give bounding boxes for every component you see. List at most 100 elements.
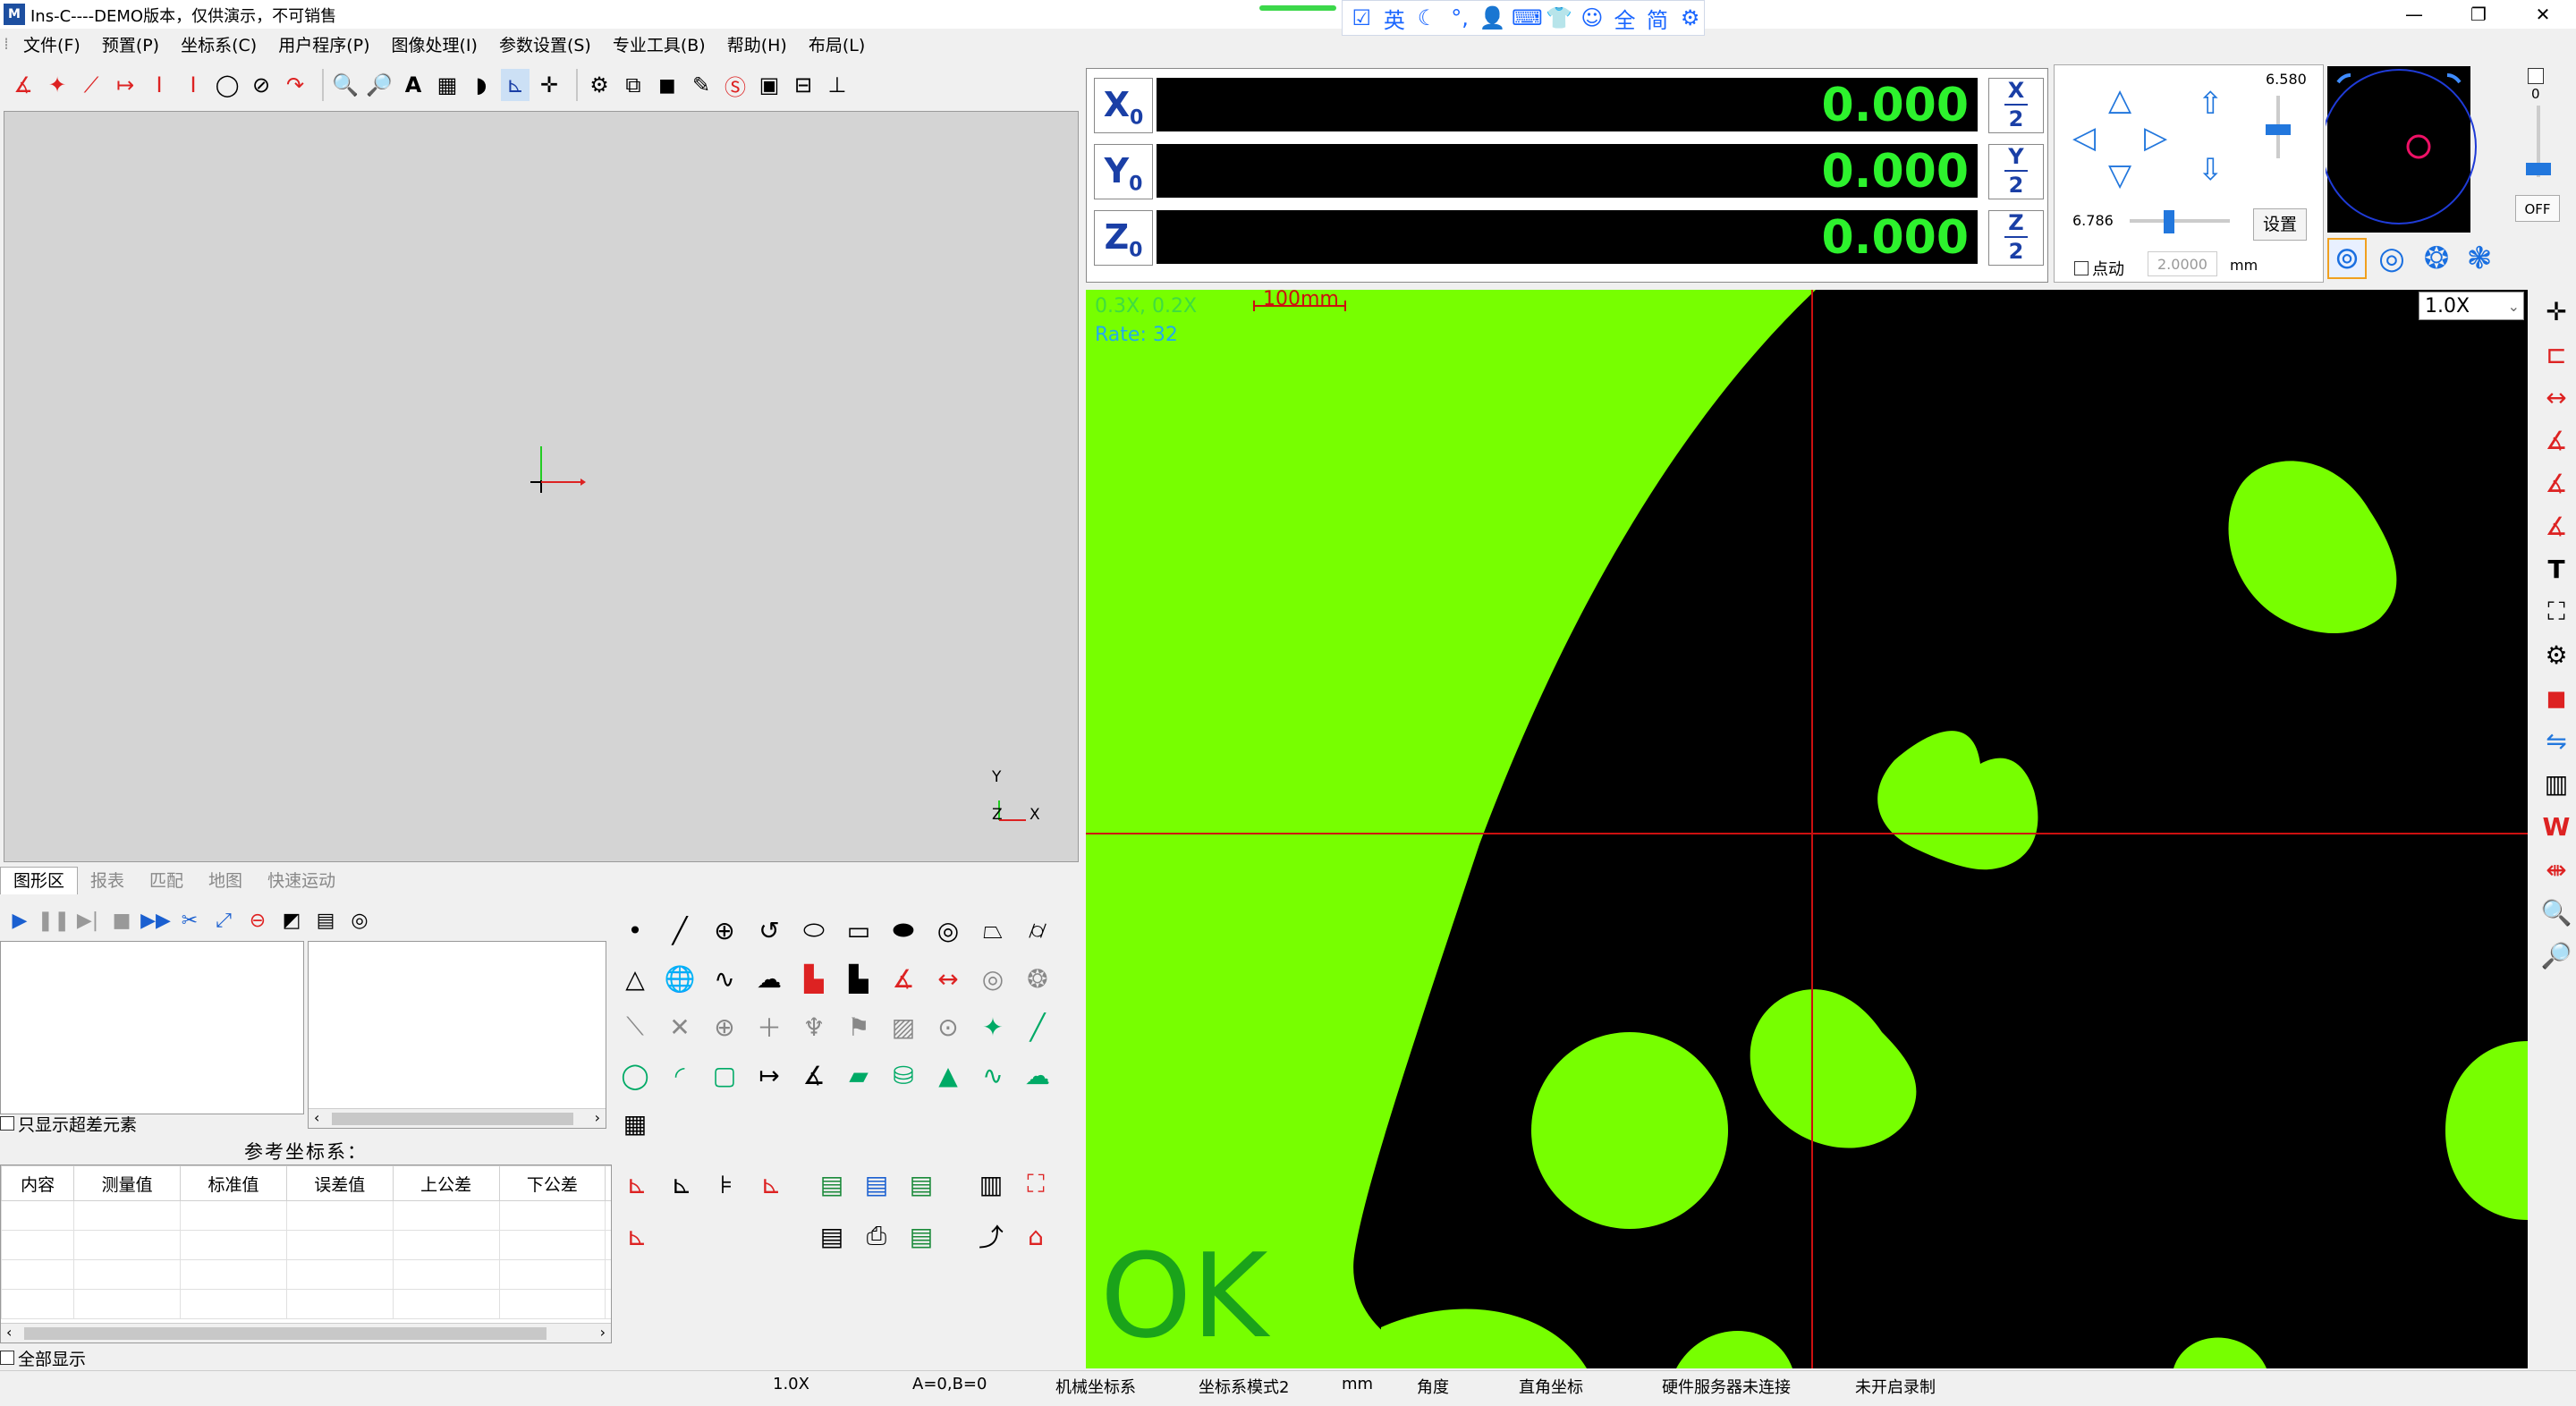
jog-down-arrow-icon[interactable]: ▽	[2108, 160, 2131, 191]
vertical-dist-icon[interactable]: I	[145, 69, 174, 101]
coord-3d-icon[interactable]: ⊾	[617, 1215, 657, 1258]
clear-icon[interactable]: ✎	[687, 69, 716, 101]
ime-moon-icon[interactable]: ☾	[1413, 5, 1441, 30]
construct-line-icon[interactable]: ╱	[1018, 1005, 1057, 1048]
coord-origin-icon[interactable]: ⊾	[617, 1163, 657, 1206]
construct-angle-icon[interactable]: ∡	[794, 1054, 834, 1097]
auto-zoom-icon[interactable]: ⊕	[705, 1005, 744, 1048]
baseline-icon[interactable]: ⊥	[823, 69, 852, 101]
fullscreen-icon[interactable]: ⛶	[2538, 590, 2574, 633]
menu-coordinate[interactable]: 坐标系(C)	[170, 32, 267, 56]
z-speed-slider[interactable]	[2266, 124, 2291, 135]
z-up-arrow-icon[interactable]: ⇧	[2198, 89, 2224, 119]
light-ring-3-icon[interactable]: ❂	[2417, 238, 2456, 279]
xyz-icon[interactable]: ⤢	[209, 905, 238, 936]
construct-arc-icon[interactable]: ◜	[660, 1054, 699, 1097]
overrange-option[interactable]: 只显示超差元素	[0, 1113, 304, 1135]
menu-image-processing[interactable]: 图像处理(I)	[381, 32, 488, 56]
element-list[interactable]: ‹ ›	[308, 941, 606, 1129]
table-row[interactable]	[1, 1200, 611, 1231]
col-nominal[interactable]: 标准值	[180, 1165, 287, 1201]
tab-graphics[interactable]: 图形区	[0, 867, 79, 894]
horizontal-scrollbar[interactable]: ‹ ›	[309, 1108, 606, 1128]
target-icon[interactable]: ◎	[345, 905, 374, 936]
navigator-background[interactable]	[2327, 66, 2470, 233]
rotate-view-icon[interactable]: ◗	[467, 69, 496, 101]
zoom-in-icon[interactable]: 🔍	[2538, 891, 2574, 934]
light-ring-4-icon[interactable]: ❃	[2460, 238, 2499, 279]
settings-gear-icon[interactable]: ⚙	[585, 69, 614, 101]
chevron-down-icon[interactable]: ⌄	[2508, 292, 2520, 321]
graphics-area[interactable]: Y Z X	[4, 111, 1079, 862]
light-slider[interactable]	[2526, 163, 2551, 175]
camera-view[interactable]: 0.3X, 0.2X Rate: 32 100mm 1.0X ⌄ OK	[1086, 290, 2528, 1368]
ime-simplified-toggle[interactable]: 简	[1644, 3, 1672, 34]
text-tool-icon[interactable]: A	[399, 69, 428, 101]
ime-keyboard-icon[interactable]: ⌨	[1512, 5, 1543, 30]
step-value-input[interactable]: 2.0000	[2148, 251, 2217, 276]
construct-curve-icon[interactable]: ∿	[973, 1054, 1013, 1097]
construct-contour-icon[interactable]: ☁	[1018, 1054, 1057, 1097]
export-icon[interactable]: ▣	[755, 69, 784, 101]
txt-export-icon[interactable]: ▤	[812, 1215, 852, 1258]
construct-cylinder-icon[interactable]: ⛁	[884, 1054, 923, 1097]
y-angle-icon[interactable]: ∡	[2538, 462, 2574, 504]
rectangle-tool-icon[interactable]: ▭	[839, 909, 878, 952]
step-checkbox[interactable]	[2074, 261, 2089, 275]
point-tool-icon[interactable]: ✦	[43, 69, 72, 101]
scroll-right-icon[interactable]: ›	[600, 1324, 606, 1341]
camera-box-icon[interactable]: ◩	[277, 905, 306, 936]
menu-layout[interactable]: 布局(L)	[798, 32, 876, 56]
line-tool-icon[interactable]: ╱	[660, 909, 699, 952]
zoom-area-icon[interactable]: 🔎	[2538, 934, 2574, 977]
curve-tool-icon[interactable]: ∿	[705, 957, 744, 1000]
step-height-icon[interactable]: ▙	[794, 957, 834, 1000]
y-half-button[interactable]: Y2	[1988, 144, 2044, 199]
jog-right-arrow-icon[interactable]: ▷	[2144, 123, 2167, 153]
x-half-button[interactable]: X2	[1988, 78, 2044, 133]
line-tool-icon[interactable]: ⟋	[77, 69, 106, 101]
program-list[interactable]	[0, 941, 304, 1114]
focus-icon[interactable]: ⊙	[928, 1005, 968, 1048]
s-report-icon[interactable]: Ⓢ	[721, 69, 750, 101]
auto-circle-icon[interactable]: ◎	[973, 957, 1013, 1000]
col-upper-tol[interactable]: 上公差	[392, 1165, 500, 1201]
ime-emoji-icon[interactable]: ☺	[1579, 5, 1606, 30]
coord-align-icon[interactable]: ⊾	[662, 1163, 701, 1206]
measurement-table[interactable]: 内容 测量值 标准值 误差值 上公差 下公差 状 ‹ ›	[0, 1165, 612, 1343]
angle-tool-icon[interactable]: ∡	[9, 69, 38, 101]
col-measured[interactable]: 测量值	[73, 1165, 182, 1201]
word-export-icon[interactable]: ▤	[857, 1163, 896, 1206]
light-checkbox[interactable]	[2528, 68, 2544, 84]
crosshair-tool-icon[interactable]: ✛	[2538, 290, 2574, 333]
circle-tool-icon[interactable]: ◯	[213, 69, 242, 101]
table-row[interactable]	[1, 1259, 611, 1290]
col-status[interactable]: 状	[605, 1165, 611, 1201]
home-icon[interactable]: ⌂	[1016, 1215, 1055, 1258]
width-tool-icon[interactable]: ↔	[2538, 376, 2574, 419]
auto-angle-icon[interactable]: ✕	[660, 1005, 699, 1048]
play-icon[interactable]: ▶	[5, 905, 34, 936]
tools-icon[interactable]: ✂	[175, 905, 204, 936]
show-all-checkbox[interactable]	[0, 1351, 14, 1365]
angle-measure-icon[interactable]: ∡	[884, 957, 923, 1000]
ime-english-toggle[interactable]: 英	[1381, 3, 1409, 34]
axis-display-icon[interactable]: ⊾	[501, 69, 530, 101]
path-icon[interactable]: ⤴	[971, 1215, 1011, 1258]
align-icon[interactable]: ⊟	[789, 69, 818, 101]
filter-icon[interactable]: ⇼	[2538, 848, 2574, 891]
table-row[interactable]	[1, 1230, 611, 1260]
col-lower-tol[interactable]: 下公差	[498, 1165, 606, 1201]
probe-icon[interactable]: ♆	[794, 1005, 834, 1048]
ellipse-tool-icon[interactable]: ⬭	[794, 909, 834, 952]
coord-save-icon[interactable]: ⊧	[707, 1163, 746, 1206]
excel-export-icon[interactable]: ▤	[812, 1163, 852, 1206]
ime-punct-icon[interactable]: °,	[1446, 5, 1474, 30]
fill-icon[interactable]: ◼	[653, 69, 682, 101]
construct-rect-icon[interactable]: ▢	[705, 1054, 744, 1097]
menu-file[interactable]: 文件(F)	[13, 32, 91, 56]
edge-tool-icon[interactable]: ⊏	[2538, 333, 2574, 376]
jog-up-arrow-icon[interactable]: △	[2108, 85, 2131, 115]
arc-tool-icon[interactable]: ↺	[750, 909, 789, 952]
menu-parameters[interactable]: 参数设置(S)	[488, 32, 602, 56]
